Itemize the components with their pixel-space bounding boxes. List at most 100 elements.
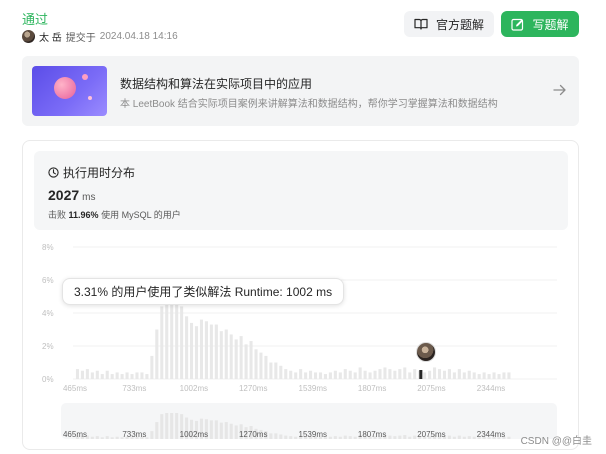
chart-bar xyxy=(368,372,372,379)
y-tick-label: 4% xyxy=(42,309,54,318)
leetbook-banner[interactable]: 数据结构和算法在实际项目中的应用 本 LeetBook 结合实际项目案例来讲解算… xyxy=(22,56,579,126)
leetbook-title: 数据结构和算法在实际项目中的应用 xyxy=(120,77,313,91)
leetbook-subtitle: 本 LeetBook 结合实际项目案例来讲解算法和数据结构，帮你学习掌握算法和数… xyxy=(120,99,498,110)
official-solution-label: 官方题解 xyxy=(435,17,484,32)
chart-bar xyxy=(190,322,194,379)
x-tick-label: 2075ms xyxy=(417,384,445,393)
chart-bar xyxy=(358,367,362,379)
brush-tick-label: 2075ms xyxy=(417,430,445,439)
chart-bar xyxy=(175,303,179,379)
write-solution-button[interactable]: 写题解 xyxy=(501,11,579,37)
book-open-icon xyxy=(414,18,428,30)
submit-time: 2024.04.18 14:16 xyxy=(99,31,178,42)
chart-bar xyxy=(100,374,104,379)
chart-bar xyxy=(85,369,89,379)
chart-bar xyxy=(309,370,313,379)
chart-bar xyxy=(254,349,258,379)
chart-bar xyxy=(130,374,134,379)
official-solution-button[interactable]: 官方题解 xyxy=(404,11,494,37)
chart-bar xyxy=(433,367,437,379)
chart-bar xyxy=(442,370,447,379)
brush-bar xyxy=(338,436,342,439)
brush-tick-label: 1807ms xyxy=(358,430,386,439)
chart-bar xyxy=(487,374,491,379)
brush-bar xyxy=(150,431,154,439)
chart-bar xyxy=(388,369,392,379)
chart-bar xyxy=(472,372,476,379)
user-name[interactable]: 太 岳 xyxy=(39,29,62,44)
brush-bar xyxy=(219,422,223,439)
chart-bar xyxy=(95,370,99,379)
my-submission-avatar[interactable] xyxy=(416,342,436,362)
x-tick-label: 1270ms xyxy=(239,384,267,393)
chart-bar xyxy=(284,369,288,379)
leetbook-cover xyxy=(32,66,107,116)
chart-bar xyxy=(467,370,471,379)
brush-bar xyxy=(224,422,228,439)
chart-bar xyxy=(239,336,243,379)
chart-bar xyxy=(477,374,481,379)
chart-bar xyxy=(214,324,218,379)
chart-bar xyxy=(145,374,149,379)
runtime-distribution-card: 执行用时分布 2027 ms 击败 11.96% 使用 MySQL 的用户 0% 2… xyxy=(22,140,579,450)
chart-bar xyxy=(110,374,114,379)
y-tick-label: 2% xyxy=(42,342,54,351)
y-tick-label: 6% xyxy=(42,276,54,285)
brush-bar xyxy=(294,436,298,439)
x-tick-label: 1807ms xyxy=(358,384,386,393)
watermark: CSDN @@白圭 xyxy=(520,436,592,447)
submitter-info: 太 岳 提交于 2024.04.18 14:16 xyxy=(22,29,178,44)
brush-bar xyxy=(467,436,471,439)
chart-bar xyxy=(234,339,238,379)
brush-bar xyxy=(447,435,451,439)
brush-bar xyxy=(403,435,407,439)
y-tick-label: 8% xyxy=(42,243,54,252)
brush-bar xyxy=(90,436,94,439)
brush-tick-label: 733ms xyxy=(122,430,146,439)
chart-bar xyxy=(204,321,208,379)
user-avatar[interactable] xyxy=(22,30,35,43)
chart-bar xyxy=(170,303,174,379)
chart-bar xyxy=(274,362,278,379)
y-tick-label: 0% xyxy=(42,375,54,384)
chart-bar xyxy=(333,370,337,379)
chart-bar xyxy=(180,306,184,379)
brush-tick-label: 2344ms xyxy=(477,430,505,439)
chart-bar xyxy=(408,372,412,379)
brush-bar xyxy=(284,435,288,439)
chart-bar xyxy=(353,372,357,379)
chart-bar xyxy=(294,372,298,379)
chart-bar xyxy=(428,370,432,379)
brush-bar xyxy=(398,435,402,439)
chart-bar xyxy=(383,367,387,379)
brush-bar xyxy=(348,436,352,439)
brush-bar xyxy=(413,435,417,439)
chart-bar xyxy=(80,370,84,379)
brush-bar xyxy=(170,413,174,439)
chart-bar xyxy=(413,369,417,379)
submission-status: 通过 xyxy=(22,12,49,27)
brush-bar xyxy=(289,436,293,439)
chart-bar xyxy=(140,372,144,379)
chart-bar xyxy=(115,372,119,379)
chart-bar xyxy=(328,372,332,379)
chart-bar xyxy=(299,369,303,379)
chart-bar xyxy=(264,355,268,379)
brush-bar xyxy=(328,436,332,439)
brush-bar xyxy=(408,436,412,439)
chart-bar xyxy=(160,306,164,379)
chart-bar xyxy=(497,374,501,379)
chart-bar xyxy=(135,372,139,379)
chart-bar xyxy=(348,370,352,379)
chart-bar xyxy=(338,372,342,379)
highlight-bar xyxy=(419,370,423,379)
x-tick-label: 465ms xyxy=(63,384,87,393)
chart-bar xyxy=(224,329,228,379)
chart-bar xyxy=(482,372,486,379)
chart-bar xyxy=(249,341,253,379)
chart-bar xyxy=(125,372,129,379)
x-tick-label: 2344ms xyxy=(477,384,505,393)
brush-bar xyxy=(353,436,357,439)
chart-bar xyxy=(244,344,248,379)
chart-bar xyxy=(90,372,94,379)
